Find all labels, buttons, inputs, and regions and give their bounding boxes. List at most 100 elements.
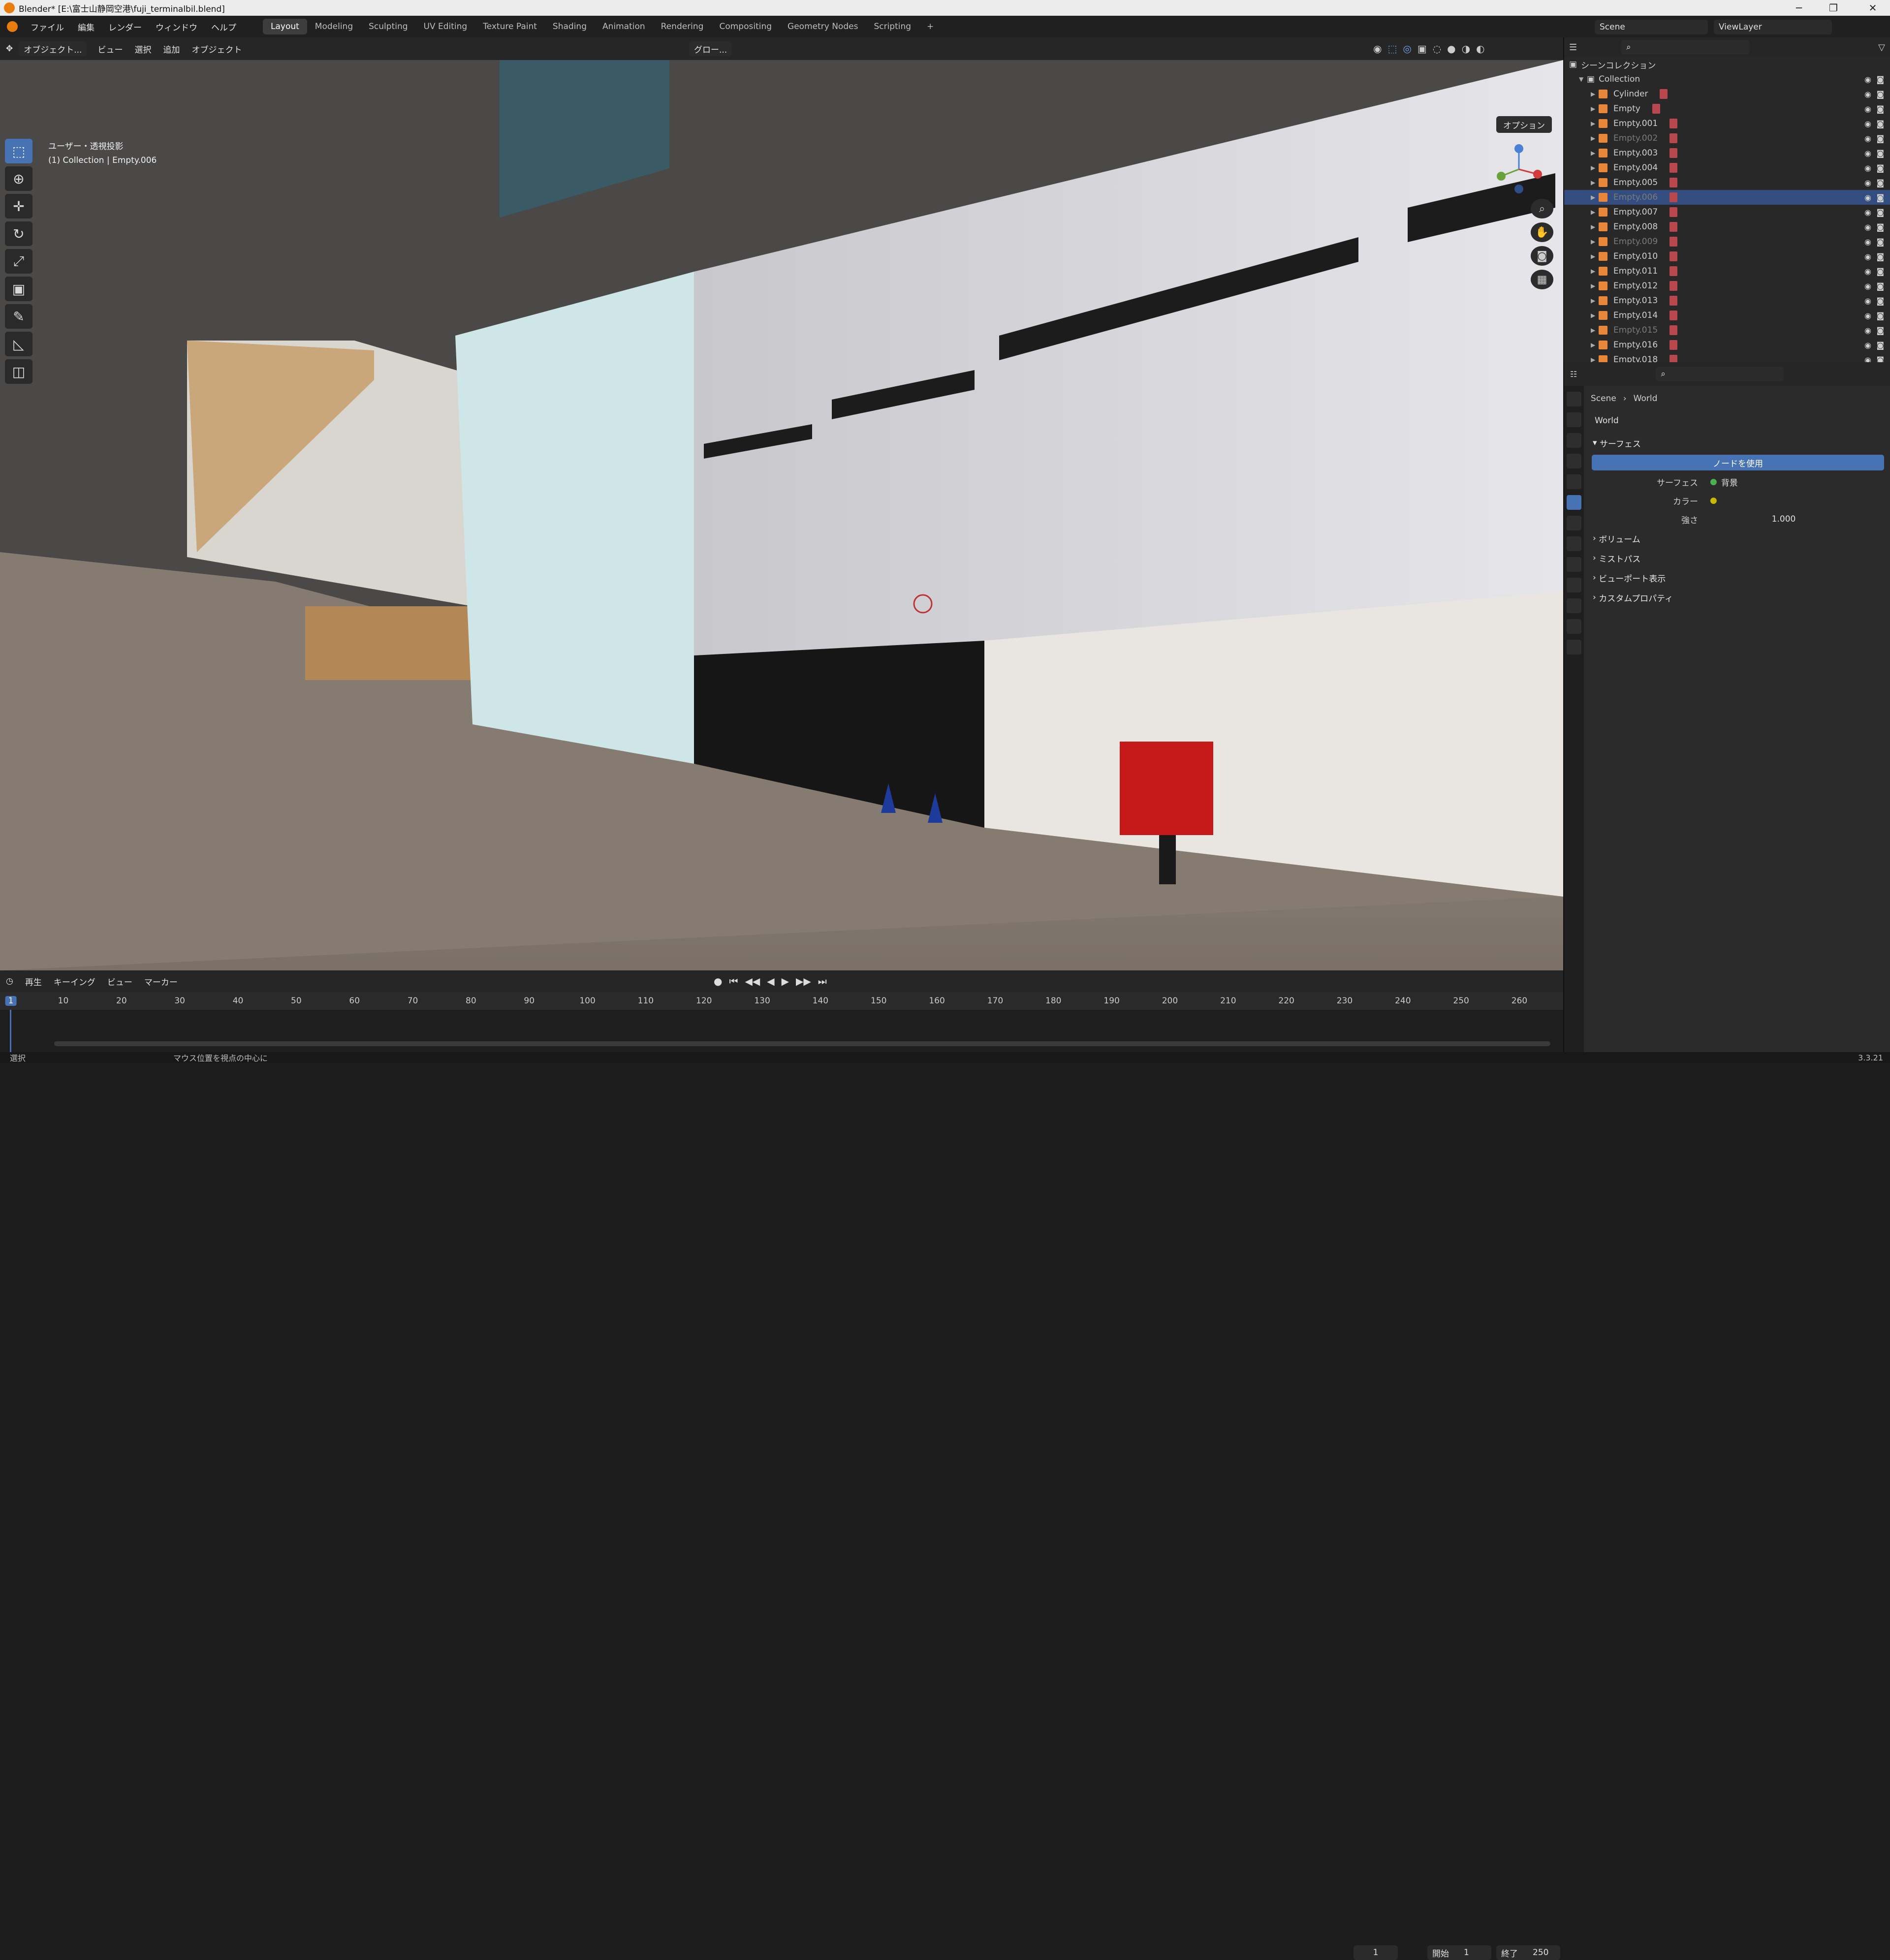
tab-modeling[interactable]: Modeling <box>307 19 361 34</box>
outliner-row[interactable]: ▶ Empty.013 ◉ ◙ <box>1564 293 1890 308</box>
menu-playback[interactable]: 再生 <box>19 975 48 988</box>
expand-arrow-icon[interactable]: ▶ <box>1591 342 1599 348</box>
eye-icon[interactable]: ◉ <box>1864 75 1871 84</box>
menu-file[interactable]: ファイル <box>24 21 71 33</box>
outliner-row[interactable]: ▶ Empty.002 ◉ ◙ <box>1564 131 1890 146</box>
eye-icon[interactable]: ◉ <box>1864 208 1871 217</box>
expand-arrow-icon[interactable]: ▶ <box>1591 238 1599 245</box>
world-tab[interactable] <box>1567 495 1581 510</box>
render-camera-icon[interactable]: ◙ <box>1876 134 1884 143</box>
eye-icon[interactable]: ◉ <box>1864 90 1871 99</box>
expand-arrow-icon[interactable]: ▶ <box>1591 297 1599 304</box>
outliner-row[interactable]: ▶ Empty.015 ◉ ◙ <box>1564 323 1890 338</box>
menu-view[interactable]: ビュー <box>92 43 128 55</box>
eye-icon[interactable]: ◉ <box>1864 267 1871 276</box>
tab-compositing[interactable]: Compositing <box>711 19 780 34</box>
expand-arrow-icon[interactable]: ▼ <box>1579 76 1587 83</box>
eye-icon[interactable]: ◉ <box>1864 178 1871 187</box>
render-camera-icon[interactable]: ◙ <box>1876 267 1884 276</box>
eye-icon[interactable]: ◉ <box>1864 311 1871 320</box>
outliner-row[interactable]: ▶ Empty.008 ◉ ◙ <box>1564 219 1890 234</box>
mode-dropdown[interactable]: オブジェクト... <box>19 41 87 56</box>
menu-keying[interactable]: キーイング <box>48 975 101 988</box>
surface-shader-field[interactable]: ● 背景 <box>1705 474 1862 489</box>
render-camera-icon[interactable]: ◙ <box>1876 75 1884 84</box>
expand-arrow-icon[interactable]: ▶ <box>1591 120 1599 127</box>
menu-edit[interactable]: 編集 <box>71 21 101 33</box>
menu-object[interactable]: オブジェクト <box>186 43 248 55</box>
tab-layout[interactable]: Layout <box>263 19 307 34</box>
rendered-shading-icon[interactable]: ◐ <box>1476 43 1484 55</box>
expand-arrow-icon[interactable]: ▶ <box>1591 150 1599 156</box>
menu-select[interactable]: 選択 <box>128 43 157 55</box>
tab-sculpting[interactable]: Sculpting <box>361 19 415 34</box>
expand-arrow-icon[interactable]: ▶ <box>1591 223 1599 230</box>
eye-icon[interactable]: ◉ <box>1864 341 1871 350</box>
eye-icon[interactable]: ◉ <box>1864 119 1871 128</box>
camera-icon[interactable]: ◙ <box>1531 246 1553 266</box>
surface-section-header[interactable]: ▾ サーフェス <box>1587 433 1889 453</box>
physics-tab[interactable] <box>1567 578 1581 592</box>
scene-field[interactable]: Scene <box>1595 20 1708 34</box>
eye-icon[interactable]: ◉ <box>1864 252 1871 261</box>
eye-icon[interactable]: ◉ <box>1864 296 1871 306</box>
wireframe-shading-icon[interactable]: ◌ <box>1433 43 1441 55</box>
grid-icon[interactable]: ▦ <box>1531 270 1553 289</box>
tab-shading[interactable]: Shading <box>545 19 595 34</box>
next-key-icon[interactable]: ▶▶ <box>796 975 811 987</box>
timeline-editor-icon[interactable]: ◷ <box>0 976 19 986</box>
outliner-editor-icon[interactable]: ☰ <box>1569 42 1577 53</box>
viewlayer-field[interactable]: ViewLayer <box>1714 20 1832 34</box>
expand-arrow-icon[interactable]: ▶ <box>1591 327 1599 334</box>
render-camera-icon[interactable]: ◙ <box>1876 208 1884 217</box>
end-frame-field[interactable]: 終了 250 <box>1496 1945 1560 1960</box>
playhead[interactable] <box>10 1010 11 1052</box>
expand-arrow-icon[interactable]: ▶ <box>1591 135 1599 142</box>
outliner-row[interactable]: ▶ Empty ◉ ◙ <box>1564 101 1890 116</box>
outliner-row[interactable]: ▶ Empty.005 ◉ ◙ <box>1564 175 1890 190</box>
menu-add[interactable]: 追加 <box>157 43 186 55</box>
render-camera-icon[interactable]: ◙ <box>1876 222 1884 232</box>
tab-scripting[interactable]: Scripting <box>866 19 919 34</box>
render-camera-icon[interactable]: ◙ <box>1876 252 1884 261</box>
eye-icon[interactable]: ◉ <box>1864 149 1871 158</box>
current-frame-field[interactable]: 1 <box>1354 1945 1398 1960</box>
measure-tool[interactable]: ◺ <box>5 332 32 356</box>
options-dropdown[interactable]: オプション <box>1496 116 1552 133</box>
add-cube-tool[interactable]: ◫ <box>5 359 32 384</box>
prev-key-icon[interactable]: ◀◀ <box>745 975 760 987</box>
outliner-row[interactable]: ▶ Empty.009 ◉ ◙ <box>1564 234 1890 249</box>
scene-collection-row[interactable]: ▣ シーンコレクション <box>1564 57 1890 72</box>
use-nodes-button[interactable]: ノードを使用 <box>1592 455 1884 470</box>
visibility-icon[interactable]: ◉ <box>1373 43 1382 55</box>
select-box-tool[interactable]: ⬚ <box>5 139 32 163</box>
world-datablock-field[interactable]: World <box>1590 413 1880 428</box>
properties-editor-icon[interactable]: ☷ <box>1570 370 1577 379</box>
tab-geometry-nodes[interactable]: Geometry Nodes <box>780 19 866 34</box>
render-camera-icon[interactable]: ◙ <box>1876 326 1884 335</box>
scene-tab[interactable] <box>1567 474 1581 489</box>
render-camera-icon[interactable]: ◙ <box>1876 163 1884 173</box>
expand-arrow-icon[interactable]: ▶ <box>1591 253 1599 260</box>
blender-menu-icon[interactable] <box>7 21 18 32</box>
render-camera-icon[interactable]: ◙ <box>1876 104 1884 114</box>
editor-type-icon[interactable]: ✥ <box>0 44 19 54</box>
expand-arrow-icon[interactable]: ▶ <box>1591 105 1599 112</box>
expand-arrow-icon[interactable]: ▶ <box>1591 209 1599 216</box>
eye-icon[interactable]: ◉ <box>1864 237 1871 247</box>
render-camera-icon[interactable]: ◙ <box>1876 341 1884 350</box>
eye-icon[interactable]: ◉ <box>1864 222 1871 232</box>
add-workspace-button[interactable]: + <box>919 19 942 34</box>
timeline-track-area[interactable] <box>0 1010 1563 1052</box>
tool-tab[interactable] <box>1567 392 1581 406</box>
view-layer-tab[interactable] <box>1567 454 1581 468</box>
outliner-row[interactable]: ▶ Empty.016 ◉ ◙ <box>1564 338 1890 352</box>
filter-icon[interactable]: ▽ <box>1878 42 1885 53</box>
jump-start-icon[interactable]: ⏮ <box>729 975 738 987</box>
expand-arrow-icon[interactable]: ▶ <box>1591 179 1599 186</box>
pan-hand-icon[interactable]: ✋ <box>1531 222 1553 242</box>
outliner-row[interactable]: ▶ Empty.007 ◉ ◙ <box>1564 205 1890 219</box>
collection-row[interactable]: ▼ ▣ Collection ◉ ◙ <box>1564 72 1890 87</box>
outliner-row[interactable]: ▶ Empty.003 ◉ ◙ <box>1564 146 1890 160</box>
eye-icon[interactable]: ◉ <box>1864 104 1871 114</box>
